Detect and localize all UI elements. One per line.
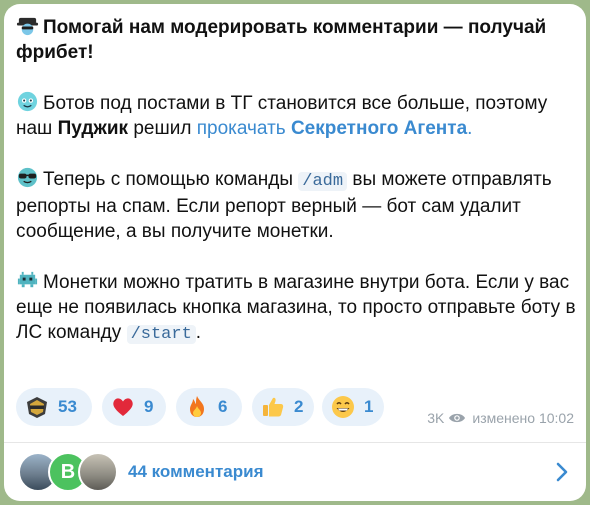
paragraph-2: Теперь с помощью команды /adm вы можете … — [16, 166, 576, 244]
reaction-major[interactable]: 53 — [16, 388, 92, 426]
pudzhik-name: Пуджик — [57, 118, 129, 139]
reaction-fire[interactable]: 6 — [176, 388, 242, 426]
sunglasses-face-icon — [17, 167, 38, 188]
post-title: Помогай нам модерировать комментарии — п… — [16, 14, 576, 65]
eye-icon — [449, 413, 466, 423]
chevron-right-icon — [556, 462, 568, 482]
post-text: Помогай нам модерировать комментарии — п… — [16, 14, 576, 347]
space-invader-icon — [17, 271, 38, 288]
channel-post-bubble: Помогай нам модерировать комментарии — п… — [4, 4, 586, 501]
edited-timestamp: изменено 10:02 — [472, 410, 574, 426]
paragraph-1: Ботов под постами в ТГ становится все бо… — [16, 90, 576, 141]
reaction-thumbs-up[interactable]: 2 — [252, 388, 314, 426]
alien-monster-icon — [17, 91, 38, 112]
heart-icon — [113, 398, 133, 416]
comments-button[interactable]: В 44 комментария — [4, 443, 586, 501]
views-count: 3K — [427, 410, 445, 426]
reaction-grin[interactable]: 1 — [322, 388, 384, 426]
paragraph-3: Монетки можно тратить в магазине внутри … — [16, 269, 576, 347]
thumbs-up-icon — [263, 397, 284, 417]
avatar — [78, 452, 118, 492]
fire-icon — [190, 396, 204, 417]
upgrade-link[interactable]: прокачать — [197, 118, 286, 139]
spy-emoji-icon — [16, 17, 39, 36]
adm-command[interactable]: /adm — [298, 172, 348, 191]
major-logo-icon — [27, 397, 47, 418]
reaction-heart[interactable]: 9 — [102, 388, 166, 426]
post-meta: 3K изменено 10:02 — [427, 410, 574, 426]
grinning-face-icon — [332, 396, 354, 418]
start-command[interactable]: /start — [126, 325, 196, 344]
secret-agent-link[interactable]: Секретного Агента — [291, 118, 467, 139]
post-title-text: Помогай нам модерировать комментарии — п… — [16, 17, 547, 63]
comments-count-label: 44 комментария — [128, 462, 264, 481]
commenter-avatars: В — [18, 452, 118, 492]
